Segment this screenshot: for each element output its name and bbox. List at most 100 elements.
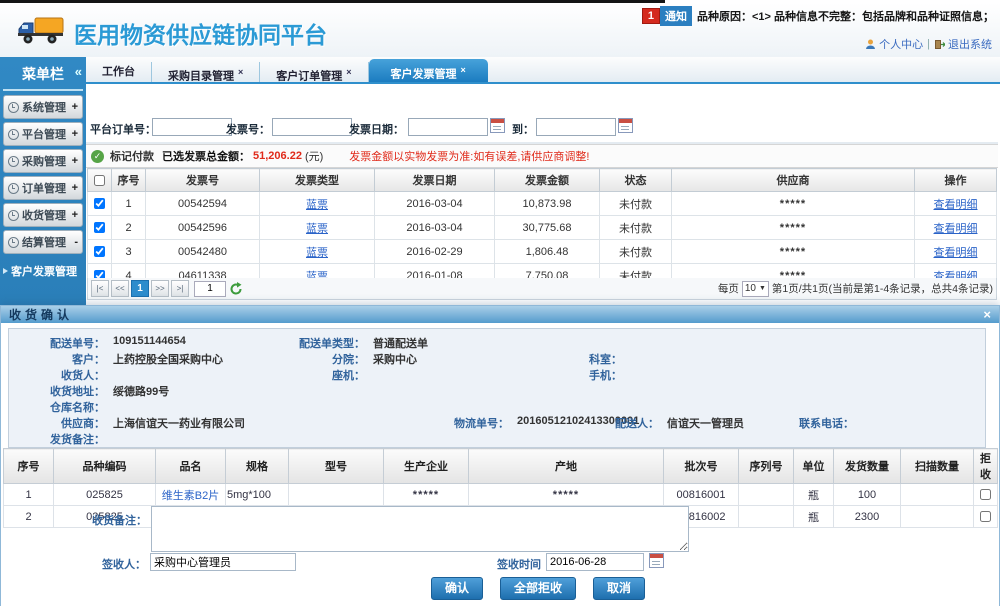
next-page-button[interactable]: >> <box>151 280 169 297</box>
signer-input[interactable] <box>150 553 296 571</box>
tab-customer-orders[interactable]: 客户订单管理 × <box>260 62 368 82</box>
warehouse-label: 仓库名称： <box>21 399 105 415</box>
cell-spec: 5mg*100 <box>226 484 289 506</box>
tab-customer-invoices[interactable]: 客户发票管理× <box>369 59 488 82</box>
row-checkbox[interactable] <box>94 198 105 209</box>
cell-manufacturer: ***** <box>384 484 469 506</box>
col-unit: 单位 <box>794 449 834 484</box>
invoice-date-to-input[interactable] <box>536 118 616 136</box>
close-icon[interactable]: × <box>983 307 991 322</box>
confirm-button[interactable]: 确认 <box>431 577 483 600</box>
invoice-no-label: 发票号： <box>226 121 270 137</box>
sidebar-item-orders[interactable]: 订单管理 + <box>3 176 83 200</box>
refresh-icon[interactable] <box>229 282 243 296</box>
user-center-link[interactable]: 个人中心 <box>865 36 923 52</box>
calendar-icon[interactable] <box>649 553 664 568</box>
tab-bar: 工作台 采购目录管理 × 客户订单管理 × 客户发票管理× <box>86 57 1000 84</box>
filter-panel: 平台订单号： 发票号： 发票日期： 到： 状态： 未付款 ▼ 发票类型： 所有 … <box>86 84 998 144</box>
product-name-link[interactable]: 维生素B2片 <box>162 490 219 502</box>
expand-icon: + <box>72 155 78 167</box>
notification-bar[interactable]: 1 通知 品种原因：<1> 品种信息不完整：包括品牌和品种证照信息； <box>642 7 994 24</box>
logout-link[interactable]: 退出系统 <box>934 36 992 52</box>
clock-icon <box>8 102 19 113</box>
last-page-button[interactable]: >| <box>171 280 189 297</box>
tab-label: 客户订单管理 <box>276 71 342 83</box>
reject-checkbox[interactable] <box>980 489 991 500</box>
sidebar-item-platform[interactable]: 平台管理 + <box>3 122 83 146</box>
department-label: 科室： <box>522 351 622 367</box>
sidebar-item-label: 系统管理 <box>22 99 66 115</box>
info-row: 配送单号： 109151144654 配送单类型： 普通配送单 <box>9 335 985 349</box>
sidebar-item-customer-invoice[interactable]: 客户发票管理 <box>0 263 86 279</box>
row-checkbox[interactable] <box>94 246 105 257</box>
main-content: 工作台 采购目录管理 × 客户订单管理 × 客户发票管理× 平台订单号： 发票号： … <box>86 57 1000 305</box>
cell-scan-qty <box>901 506 974 528</box>
reject-all-button[interactable]: 全部拒收 <box>500 577 576 600</box>
sign-time-input[interactable] <box>546 553 644 571</box>
row-checkbox[interactable] <box>94 222 105 233</box>
user-center-label: 个人中心 <box>879 36 923 52</box>
receive-note-textarea[interactable] <box>151 506 689 552</box>
sidebar-item-system[interactable]: 系统管理 + <box>3 95 83 119</box>
cell-scan-qty <box>901 484 974 506</box>
close-tab-icon[interactable]: × <box>461 65 466 75</box>
cell-amount: 10,873.98 <box>495 192 600 216</box>
chevron-down-icon: ▼ <box>759 285 766 292</box>
sidebar-item-receiving[interactable]: 收货管理 + <box>3 203 83 227</box>
mobile-label: 手机： <box>522 367 622 383</box>
delivery-no-label: 配送单号： <box>21 335 105 351</box>
info-row: 发货备注： <box>9 431 985 445</box>
customer-label: 客户： <box>21 351 105 367</box>
invoice-type-link[interactable]: 蓝票 <box>306 199 328 211</box>
invoice-no-input[interactable] <box>272 118 352 136</box>
platform-order-input[interactable] <box>152 118 232 136</box>
col-model: 型号 <box>289 449 384 484</box>
view-detail-link[interactable]: 查看明细 <box>934 199 978 211</box>
cell-no: 3 <box>112 240 146 264</box>
cell-unit: 瓶 <box>794 484 834 506</box>
sign-time-label: 签收时间 <box>491 556 541 572</box>
signer-label: 签收人： <box>86 556 146 572</box>
calendar-icon[interactable] <box>490 118 505 133</box>
invoice-date-from-input[interactable] <box>408 118 488 136</box>
delivery-info-panel: 配送单号： 109151144654 配送单类型： 普通配送单 客户： 上药控股… <box>8 328 986 448</box>
col-no: 序号 <box>4 449 54 484</box>
cell-no: 2 <box>112 216 146 240</box>
view-detail-link[interactable]: 查看明细 <box>934 223 978 235</box>
tab-purchase-catalog[interactable]: 采购目录管理 × <box>152 62 260 82</box>
items-header-row: 序号 品种编码 品名 规格 型号 生产企业 产地 批次号 序列号 单位 发货数量… <box>4 449 998 484</box>
first-page-button[interactable]: |< <box>91 280 109 297</box>
reject-checkbox[interactable] <box>980 511 991 522</box>
cell-origin: ***** <box>469 484 664 506</box>
select-all-checkbox[interactable] <box>94 175 105 186</box>
table-row: 3 00542480 蓝票 2016-02-29 1,806.48 未付款 **… <box>88 240 997 264</box>
mark-paid-link[interactable]: 标记付款 <box>110 148 154 164</box>
calendar-icon[interactable] <box>618 118 633 133</box>
logout-label: 退出系统 <box>948 36 992 52</box>
cell-code: 025825 <box>54 484 156 506</box>
invoice-type-link[interactable]: 蓝票 <box>306 247 328 259</box>
view-detail-link[interactable]: 查看明细 <box>934 247 978 259</box>
close-tab-icon[interactable]: × <box>346 67 351 77</box>
per-page-select[interactable]: 10 ▼ <box>742 281 769 297</box>
current-page-button[interactable]: 1 <box>131 280 149 297</box>
cell-status: 未付款 <box>600 192 672 216</box>
cell-invoice-no: 00542480 <box>146 240 260 264</box>
table-header-row: 序号 发票号 发票类型 发票日期 发票金额 状态 供应商 操作 <box>88 169 997 192</box>
prev-page-button[interactable]: << <box>111 280 129 297</box>
notice-bar: ✓ 标记付款 已选发票总金额： 51,206.22 (元) 发票金额以实物发票为… <box>86 144 998 168</box>
cancel-button[interactable]: 取消 <box>593 577 645 600</box>
clock-icon <box>8 210 19 221</box>
sidebar-item-procurement[interactable]: 采购管理 + <box>3 149 83 173</box>
tab-label: 采购目录管理 <box>168 71 234 83</box>
close-tab-icon[interactable]: × <box>238 67 243 77</box>
total-amount-unit: (元) <box>305 148 323 164</box>
tab-workbench[interactable]: 工作台 <box>86 62 152 82</box>
sidebar-collapse-icon[interactable]: « <box>75 64 82 79</box>
cell-no: 1 <box>112 192 146 216</box>
col-spec: 规格 <box>226 449 289 484</box>
sidebar-item-settlement[interactable]: 结算管理 - <box>3 230 83 254</box>
invoice-type-link[interactable]: 蓝票 <box>306 223 328 235</box>
page-number-input[interactable] <box>194 281 226 297</box>
sidebar-item-label: 收货管理 <box>22 207 66 223</box>
